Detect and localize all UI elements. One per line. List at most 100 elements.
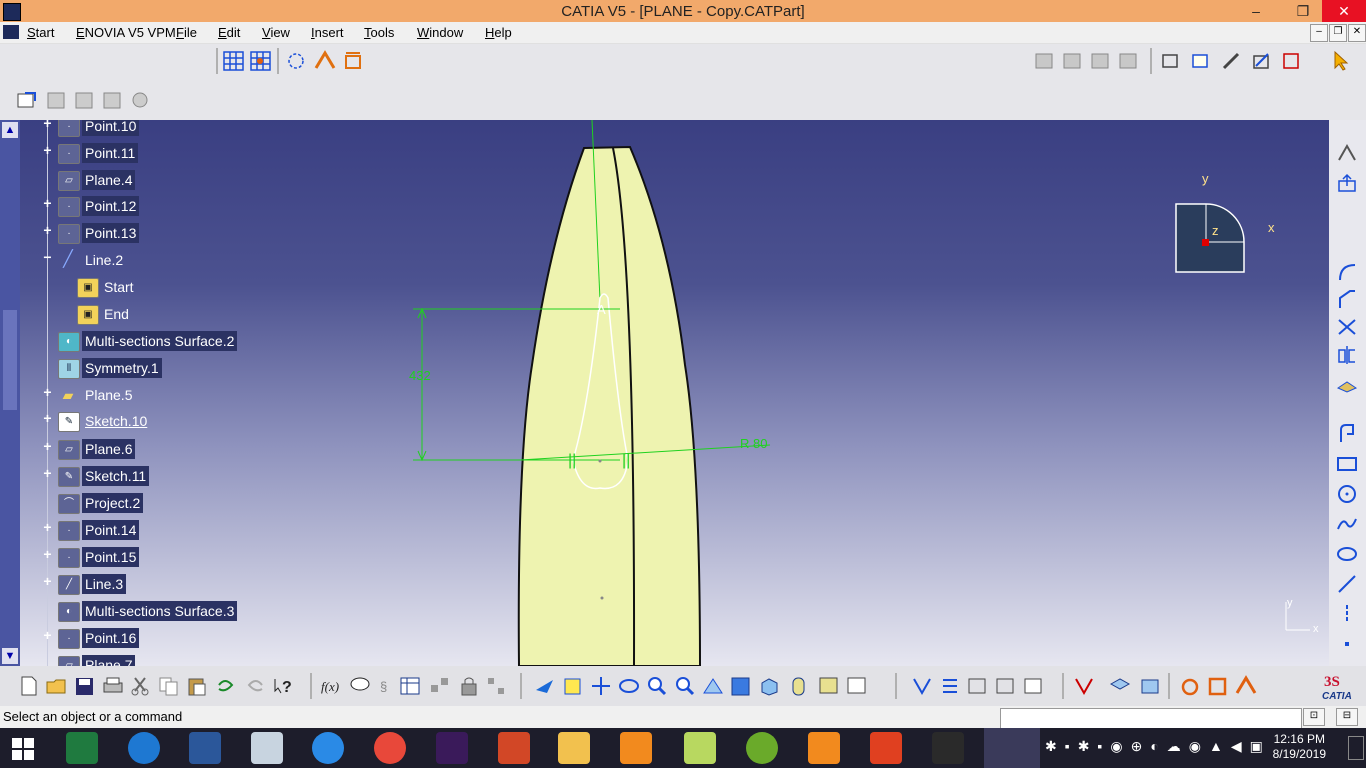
project-3d-icon[interactable] <box>1335 372 1359 394</box>
file-explorer-icon[interactable] <box>558 732 590 764</box>
tree-scrollbar[interactable]: ▲ ▼ <box>0 120 20 666</box>
operation-icon[interactable] <box>101 89 125 111</box>
orange-tool-icon-2[interactable] <box>1206 675 1230 697</box>
picsart-icon[interactable] <box>436 732 468 764</box>
tools-icon[interactable] <box>129 89 153 111</box>
collapse-toggle[interactable]: − <box>42 250 53 264</box>
copy-icon[interactable] <box>157 675 181 697</box>
menu-window[interactable]: Window <box>417 25 463 40</box>
design-table-icon[interactable] <box>398 675 422 697</box>
profile-icon[interactable] <box>45 89 69 111</box>
expand-toggle[interactable]: + <box>42 385 53 399</box>
expand-toggle[interactable]: + <box>42 120 53 130</box>
hide-show-icon[interactable] <box>817 675 841 697</box>
expand-toggle[interactable]: + <box>42 223 53 237</box>
menu-file[interactable]: File <box>176 25 197 40</box>
whats-this-icon[interactable]: ? <box>273 675 297 697</box>
lock-icon[interactable] <box>457 675 481 697</box>
menu-tools[interactable]: Tools <box>364 25 394 40</box>
files-app-icon[interactable] <box>684 732 716 764</box>
sketch-analysis-icon[interactable] <box>1250 50 1274 72</box>
vlc-icon[interactable] <box>808 732 840 764</box>
catalog-icon-1[interactable] <box>1032 50 1056 72</box>
constraint-display-icon[interactable] <box>1072 675 1096 697</box>
fly-mode-icon[interactable] <box>533 675 557 697</box>
apply-material-icon[interactable] <box>1190 50 1214 72</box>
catalog-icon-3[interactable] <box>1088 50 1112 72</box>
profile-icon[interactable] <box>1335 422 1359 444</box>
export-icon[interactable] <box>1335 172 1359 194</box>
trim-icon[interactable] <box>1335 316 1359 338</box>
doc-close-button[interactable]: ✕ <box>1348 24 1366 42</box>
sketch-solving-icon[interactable] <box>1280 50 1304 72</box>
rectangle-icon[interactable] <box>1335 453 1359 475</box>
chamfer-icon[interactable] <box>1335 288 1359 310</box>
point-icon[interactable] <box>1335 633 1359 655</box>
normal-view-icon[interactable] <box>701 675 725 697</box>
sketch-tools-icon-1[interactable] <box>966 675 990 697</box>
dimensional-constraints-icon[interactable] <box>342 50 366 72</box>
catalog-icon-4[interactable] <box>1116 50 1140 72</box>
material-icon[interactable] <box>1108 675 1132 697</box>
exit-workbench-icon[interactable] <box>15 89 39 111</box>
knowledge-advisor-icon[interactable] <box>348 675 372 697</box>
catia-doc-icon[interactable] <box>3 25 19 39</box>
zoom-out-icon[interactable] <box>673 675 697 697</box>
shading-icon[interactable] <box>787 675 811 697</box>
apply-material-icon[interactable] <box>1138 675 1162 697</box>
corner-icon[interactable] <box>1335 260 1359 282</box>
taskbar-clock[interactable]: 12:16 PM 8/19/2019 <box>1273 732 1326 762</box>
law-icon[interactable]: § <box>373 675 397 697</box>
expand-toggle[interactable]: + <box>42 574 53 588</box>
zoom-in-icon[interactable] <box>645 675 669 697</box>
save-icon[interactable] <box>73 675 97 697</box>
status-button-1[interactable]: ⊡ <box>1303 708 1325 726</box>
expand-toggle[interactable]: + <box>42 196 53 210</box>
expand-toggle[interactable]: + <box>42 628 53 642</box>
expand-toggle[interactable]: + <box>42 466 53 480</box>
print-icon[interactable] <box>101 675 125 697</box>
network-monitor-icon[interactable] <box>251 732 283 764</box>
expand-toggle[interactable]: + <box>42 439 53 453</box>
menu-enovia[interactable]: ENOVIA V5 VPM <box>76 25 176 40</box>
minimize-button[interactable]: – <box>1234 0 1278 22</box>
axis-icon[interactable] <box>1335 603 1359 625</box>
scroll-up-arrow[interactable]: ▲ <box>2 122 18 138</box>
normal-view-icon[interactable] <box>1335 142 1359 164</box>
rotate-icon[interactable] <box>617 675 641 697</box>
expand-toggle[interactable]: + <box>42 520 53 534</box>
status-button-2[interactable]: ⊟ <box>1336 708 1358 726</box>
constraint-icon[interactable] <box>73 89 97 111</box>
pencil-icon[interactable] <box>1220 50 1244 72</box>
internet-explorer-icon[interactable] <box>128 732 160 764</box>
swap-visible-space-icon[interactable] <box>845 675 869 697</box>
maximize-button[interactable]: ❐ <box>1281 0 1325 22</box>
utorrent-icon[interactable] <box>746 732 778 764</box>
multi-view-icon[interactable] <box>729 675 753 697</box>
media-player-icon[interactable] <box>620 732 652 764</box>
ellipse-icon[interactable] <box>1335 543 1359 565</box>
dimension-432[interactable]: 432 <box>409 368 431 383</box>
3d-viewport[interactable]: || || 432 R 80 A y x z y x · Point.10 · Po… <box>20 120 1329 666</box>
notification-icon[interactable] <box>1348 736 1364 760</box>
sync-app-icon[interactable] <box>312 732 344 764</box>
orange-tool-icon-3[interactable] <box>1234 675 1258 697</box>
catia-taskbar-button[interactable] <box>984 728 1040 768</box>
formula-icon[interactable]: f(x) <box>320 675 344 697</box>
hierarchy-icon[interactable] <box>485 675 509 697</box>
spline-icon[interactable] <box>1335 513 1359 535</box>
scroll-down-arrow[interactable]: ▼ <box>2 648 18 664</box>
isometric-view-icon[interactable] <box>757 675 781 697</box>
orange-tool-icon-1[interactable] <box>1178 675 1202 697</box>
command-input[interactable] <box>1000 708 1302 729</box>
mirror-icon[interactable] <box>1335 344 1359 366</box>
catalog-browser-icon[interactable] <box>428 675 452 697</box>
expand-toggle[interactable]: + <box>42 547 53 561</box>
paste-icon[interactable] <box>185 675 209 697</box>
circle-icon[interactable] <box>1335 483 1359 505</box>
construction-element-icon[interactable] <box>284 50 308 72</box>
expand-toggle[interactable]: + <box>42 411 53 425</box>
expand-toggle[interactable]: + <box>42 143 53 157</box>
fit-all-icon[interactable] <box>561 675 585 697</box>
camera-app-icon[interactable] <box>932 732 964 764</box>
